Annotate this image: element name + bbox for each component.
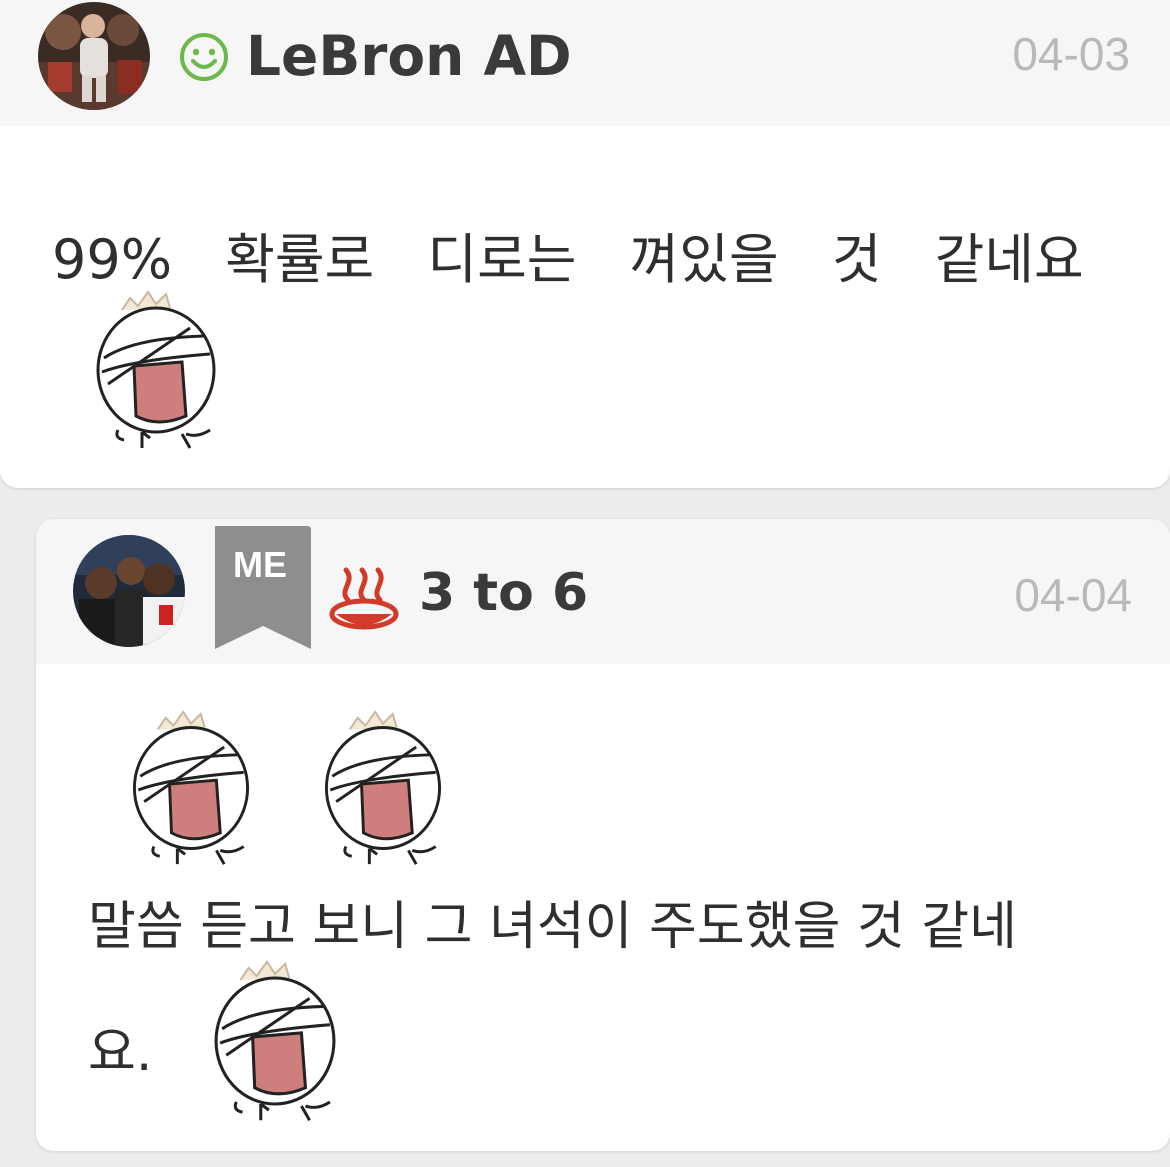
comment-date: 04-04 (1014, 569, 1132, 621)
username[interactable]: 3 to 6 (419, 563, 588, 623)
comment-text: 99% 확률로 디로는 껴있을 것 같네요 (52, 228, 1084, 291)
hot-spring-icon (328, 560, 400, 630)
comment-header: LeBron AD 04-03 (0, 0, 1170, 126)
comment-card: ME 3 to 6 04-04 말씀 듣고 보니 그 녀석이 주도했을 것 같네… (36, 519, 1170, 1151)
user-avatar[interactable] (38, 2, 150, 110)
comment-card: LeBron AD 04-03 99% 확률로 디로는 껴있을 것 같네요 (0, 0, 1170, 488)
comment-text-continued: 요. (88, 1023, 153, 1083)
user-avatar[interactable] (73, 535, 185, 647)
comment-text: 말씀 듣고 보니 그 녀석이 주도했을 것 같네 (88, 897, 1017, 957)
smiley-icon (178, 31, 230, 83)
crying-onion-emoticon (128, 708, 254, 868)
comment-date: 04-03 (1012, 28, 1130, 80)
crying-onion-emoticon (94, 288, 218, 452)
me-badge-label: ME (233, 544, 287, 585)
crying-onion-emoticon (212, 957, 338, 1125)
username[interactable]: LeBron AD (246, 24, 572, 88)
comment-header: ME 3 to 6 04-04 (36, 519, 1170, 664)
crying-onion-emoticon (320, 708, 446, 868)
me-badge: ME (215, 526, 311, 653)
